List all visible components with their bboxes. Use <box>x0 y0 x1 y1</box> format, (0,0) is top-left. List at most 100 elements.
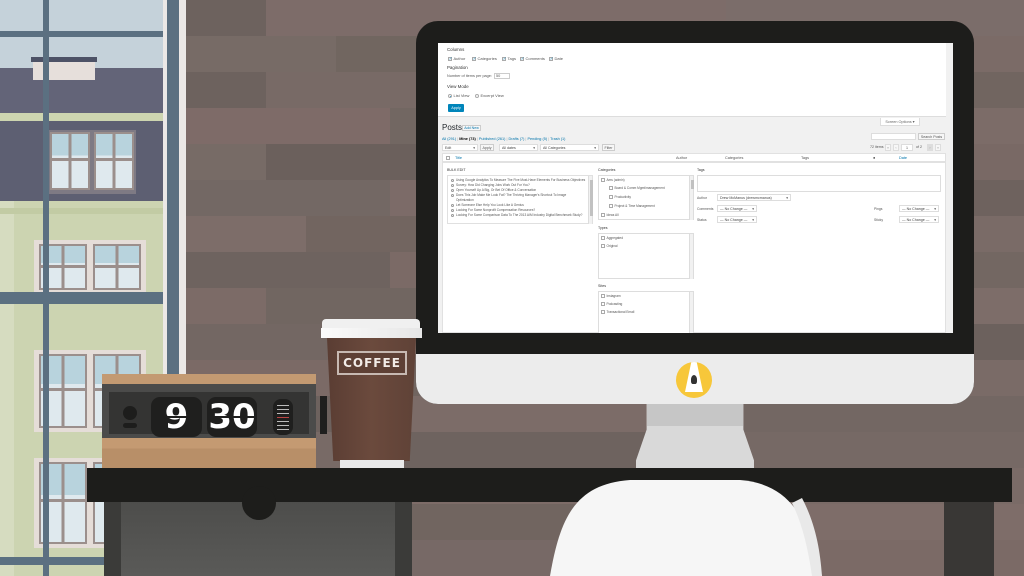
types-scrollbar[interactable] <box>689 234 693 279</box>
category-item[interactable]: Project & Time Management <box>609 204 655 209</box>
building-window <box>34 240 146 292</box>
list-item[interactable]: Looking For Some Comparison Data To The … <box>451 213 582 217</box>
search-posts-button[interactable]: Search Posts <box>918 133 945 140</box>
posts-table-header: Title Author Categories Tags ● Date <box>442 153 946 162</box>
list-item[interactable]: Let Someone Else Help You Look Like A Ge… <box>451 203 524 207</box>
type-item[interactable]: Original <box>601 244 617 249</box>
view-mode-list[interactable]: List View <box>448 93 469 98</box>
column-tags: Tags <box>801 156 810 160</box>
category-item[interactable]: Ams (admin) <box>601 178 625 183</box>
items-count: 72 items <box>870 145 884 149</box>
comments-select[interactable]: — No Change — <box>717 205 757 212</box>
desk-leg <box>395 502 412 576</box>
per-page-input[interactable]: 50 <box>494 73 510 79</box>
coffee-cup-bottom <box>340 460 404 468</box>
window-frame <box>43 0 49 576</box>
filter-trash[interactable]: Trash (1) <box>550 137 565 141</box>
list-item[interactable]: Does This Job Make Me Look Fat? The Thri… <box>451 193 566 197</box>
building-band <box>0 113 165 121</box>
list-item[interactable]: Open Yourself Up A Big, Or Bet Of Office… <box>451 188 536 192</box>
per-page-label: Number of items per page: <box>447 74 492 78</box>
pagination-label: Pagination <box>447 65 468 70</box>
building-stripe <box>0 201 14 576</box>
select-all-checkbox[interactable] <box>446 156 450 160</box>
drawer-handle <box>242 486 276 520</box>
bulk-list-scrollbar[interactable] <box>588 176 593 224</box>
filter-mine[interactable]: Mine (73) <box>459 137 475 141</box>
speaker-grille-icon <box>273 399 293 435</box>
status-select[interactable]: — No Change — <box>717 216 757 223</box>
categories-label: Categories <box>598 168 616 172</box>
screen-options-panel: Columns Author Categories Tags Comments … <box>438 43 946 117</box>
status-label: Status <box>697 218 707 222</box>
next-page-button[interactable]: › <box>927 144 933 151</box>
clock-indicator-dash <box>123 423 137 428</box>
filter-published[interactable]: Published (261) <box>479 137 506 141</box>
sticky-select[interactable]: — No Change — <box>899 216 939 223</box>
column-toggle-author[interactable]: Author <box>448 56 465 62</box>
column-toggle-tags[interactable]: Tags <box>502 56 516 62</box>
last-page-button[interactable]: » <box>935 144 941 151</box>
pings-label: Pings <box>874 207 883 211</box>
wp-admin-screen: Columns Author Categories Tags Comments … <box>438 43 953 333</box>
filter-pending[interactable]: Pending (5) <box>527 137 547 141</box>
desk-leg <box>104 502 121 576</box>
tags-label: Tags <box>697 168 705 172</box>
search-posts-input[interactable] <box>871 133 916 140</box>
screen-options-apply-button[interactable]: Apply <box>448 104 464 112</box>
window-frame <box>0 292 170 304</box>
column-date[interactable]: Date <box>899 156 907 160</box>
column-toggle-comments[interactable]: Comments <box>520 56 545 62</box>
sites-checklist: Instagram Podcasting Transactional Email <box>598 291 694 333</box>
column-categories: Categories <box>725 156 744 160</box>
author-select[interactable]: Drew McManus (drewmcmanus) <box>717 194 791 201</box>
add-new-button[interactable]: Add New <box>462 125 481 131</box>
bulk-edit-heading: Bulk Edit <box>447 168 466 172</box>
category-filter-select[interactable]: All Categories <box>540 144 599 151</box>
sites-label: Sites <box>598 284 606 288</box>
category-item[interactable]: Productivity <box>609 195 631 200</box>
current-page-input[interactable]: 1 <box>901 144 913 151</box>
filter-button[interactable]: Filter <box>602 144 615 151</box>
categories-checklist: Ams (admin) Board & Comm Mgmt/management… <box>598 175 694 220</box>
site-item[interactable]: Podcasting <box>601 302 622 307</box>
types-checklist: Aggregated Original <box>598 233 694 279</box>
tags-textarea[interactable] <box>697 175 941 192</box>
list-item[interactable]: Looking For Some Nonprofit Compensation … <box>451 208 535 212</box>
prev-page-button[interactable]: ‹ <box>893 144 899 151</box>
category-item[interactable]: Board & Comm Mgmt/management <box>609 186 665 191</box>
list-item[interactable]: Using Google Analytics To Measure The Fi… <box>451 178 585 182</box>
chair-back <box>550 480 822 576</box>
filter-drafts[interactable]: Drafts (7) <box>509 137 525 141</box>
column-toggle-categories[interactable]: Categories <box>472 56 497 62</box>
site-item[interactable]: Instagram <box>601 294 621 299</box>
pings-select[interactable]: — No Change — <box>899 205 939 212</box>
site-item[interactable]: Transactional Email <box>601 310 634 315</box>
coffee-label: COFFEE <box>337 351 407 375</box>
list-item-continued: Optimization <box>456 198 474 202</box>
clock-side-button <box>320 396 327 434</box>
page-title: Posts <box>442 123 463 132</box>
comments-column-icon: ● <box>873 156 876 160</box>
list-item[interactable]: Survey: How Did Changing Jobs Work Out F… <box>451 183 530 187</box>
type-item[interactable]: Aggregated <box>601 236 623 241</box>
date-filter-select[interactable]: All dates <box>499 144 538 151</box>
lightbulb-logo-icon <box>676 362 712 398</box>
clock-top <box>102 374 316 384</box>
clock-indicator-icon <box>123 406 137 420</box>
category-item[interactable]: Ideas All <box>601 213 619 218</box>
view-mode-excerpt[interactable]: Excerpt View <box>475 93 504 98</box>
bulk-apply-button[interactable]: Apply <box>480 144 494 151</box>
screen-options-toggle[interactable]: Screen Options ▾ <box>880 118 920 126</box>
column-title[interactable]: Title <box>455 156 462 160</box>
coffee-cup-lid-rim <box>321 328 422 338</box>
post-status-filters: All (291) | Mine (73) | Published (261) … <box>442 137 566 141</box>
building-ledge <box>0 208 165 214</box>
chimney-cap <box>31 57 97 62</box>
column-toggle-date[interactable]: Date <box>549 56 563 62</box>
first-page-button[interactable]: « <box>885 144 891 151</box>
bulk-action-select[interactable]: Edit <box>442 144 478 151</box>
categories-scrollbar[interactable] <box>689 176 694 220</box>
sites-scrollbar[interactable] <box>689 292 693 333</box>
filter-all[interactable]: All (291) <box>442 137 456 141</box>
